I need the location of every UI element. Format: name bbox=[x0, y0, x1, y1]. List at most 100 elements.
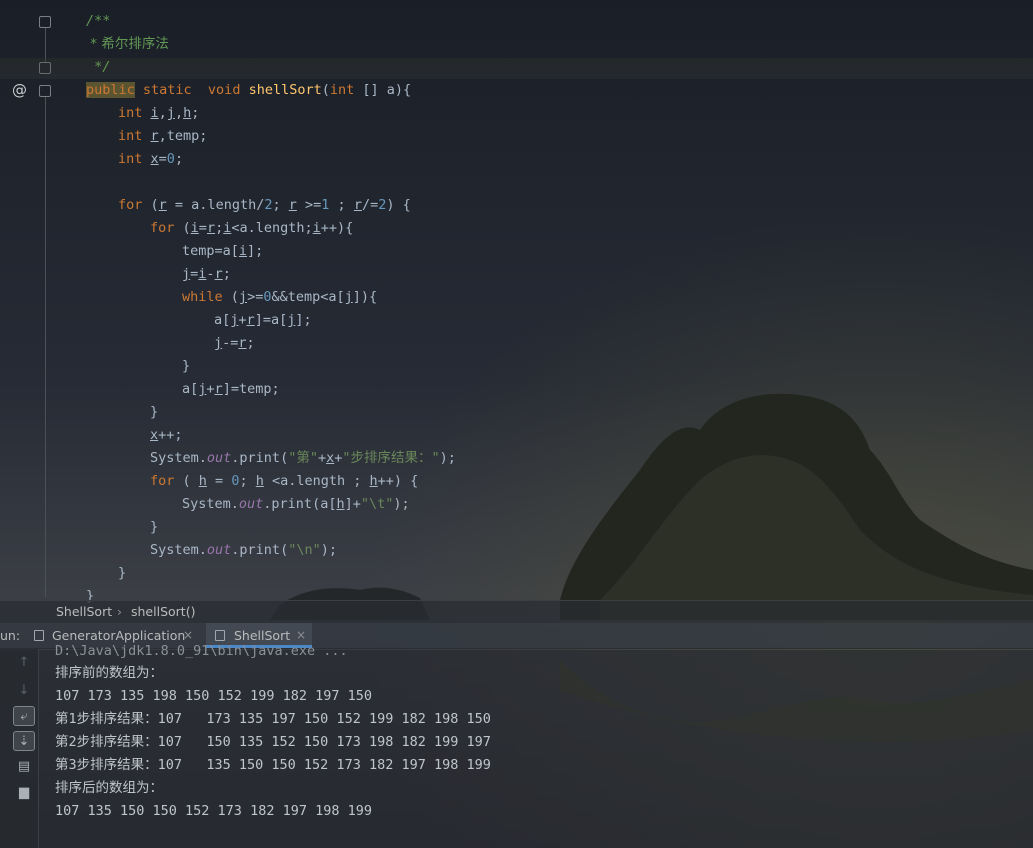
arrow-up-icon[interactable]: ↑ bbox=[13, 653, 35, 673]
code-token: &&temp<a[ bbox=[271, 289, 345, 305]
code-token: >= bbox=[296, 197, 322, 213]
code-token: - bbox=[206, 266, 215, 282]
code-token: .print(a[ bbox=[263, 496, 337, 512]
code-token: j bbox=[344, 289, 353, 305]
code-token: = bbox=[198, 220, 207, 236]
code-line: j=i-r; bbox=[182, 263, 231, 286]
code-token: * 希尔排序法 bbox=[86, 36, 169, 52]
code-token: ( bbox=[230, 289, 239, 305]
soft-wrap-icon[interactable]: ⤶ bbox=[13, 706, 35, 726]
console-toolbar: ↑ ↓ ⤶ ⇣ ▤ ▆ bbox=[0, 649, 39, 848]
code-token: i bbox=[150, 105, 159, 121]
code-token: ]=temp; bbox=[222, 381, 280, 397]
code-token: r bbox=[288, 197, 297, 213]
code-token: ; bbox=[246, 335, 255, 351]
code-token: ++){ bbox=[320, 220, 354, 236]
code-token: , bbox=[158, 105, 167, 121]
code-line: System.out.print("\n"); bbox=[150, 539, 337, 562]
scroll-to-end-icon[interactable]: ⇣ bbox=[13, 731, 35, 751]
code-token: = bbox=[158, 151, 167, 167]
code-token: "\t" bbox=[360, 496, 394, 512]
console-output[interactable]: D:\Java\jdk1.8.0_91\bin\java.exe ... 排序前… bbox=[39, 643, 1033, 848]
breadcrumb-class[interactable]: ShellSort bbox=[56, 604, 112, 619]
code-token: r bbox=[158, 197, 167, 213]
code-line: * 希尔排序法 bbox=[86, 33, 169, 56]
code-token: ]=a[ bbox=[254, 312, 288, 328]
code-line: */ bbox=[86, 56, 110, 79]
code-token: + bbox=[317, 450, 327, 466]
code-token: , bbox=[174, 105, 184, 121]
code-token: >= bbox=[247, 289, 264, 305]
code-line: int x=0; bbox=[118, 148, 183, 171]
console-line: 107 135 150 150 152 173 182 197 198 199 bbox=[55, 803, 372, 819]
code-line: while (j>=0&&temp<a[j]){ bbox=[182, 286, 377, 309]
console-line: 排序前的数组为： bbox=[55, 665, 163, 681]
console-line: 107 173 135 198 150 152 199 182 197 150 bbox=[55, 688, 372, 704]
code-token: ( bbox=[150, 197, 159, 213]
code-line: for (r = a.length/2; r >=1 ; r/=2) { bbox=[118, 194, 411, 217]
code-token: h bbox=[255, 473, 264, 489]
code-editor[interactable]: /** * 希尔排序法 */ public static void shellSo… bbox=[0, 0, 1033, 604]
code-token: ; bbox=[329, 197, 354, 213]
run-panel-label: un: bbox=[0, 628, 21, 643]
code-token: static void bbox=[134, 82, 249, 98]
breadcrumb-method[interactable]: shellSort() bbox=[131, 604, 195, 619]
code-token: ,temp; bbox=[158, 128, 208, 144]
code-token: public bbox=[86, 82, 135, 98]
run-config-icon bbox=[34, 630, 44, 641]
code-token: int bbox=[329, 82, 355, 98]
code-token: ; bbox=[272, 197, 289, 213]
code-token: i bbox=[190, 220, 199, 236]
code-token: .print( bbox=[231, 450, 289, 466]
code-token: j bbox=[166, 105, 175, 121]
code-token: /= bbox=[361, 197, 379, 213]
code-token: ]; bbox=[295, 312, 312, 328]
code-token: -= bbox=[222, 335, 239, 351]
code-token: a[ bbox=[182, 381, 199, 397]
code-line: a[j+r]=temp; bbox=[182, 378, 280, 401]
code-line: System.out.print("第"+x+"步排序结果："); bbox=[150, 447, 456, 470]
code-line: for (i=r;i<a.length;i++){ bbox=[150, 217, 353, 240]
print-icon[interactable]: ▤ bbox=[13, 757, 35, 777]
arrow-down-icon[interactable]: ↓ bbox=[13, 681, 35, 701]
code-token: ; bbox=[174, 151, 184, 167]
code-line: } bbox=[118, 562, 126, 585]
code-token: r bbox=[214, 266, 223, 282]
code-line: a[j+r]=a[j]; bbox=[214, 309, 312, 332]
code-token: ; bbox=[191, 105, 200, 121]
code-token: ]){ bbox=[352, 289, 378, 305]
code-token: ( bbox=[182, 473, 199, 489]
code-token: x bbox=[150, 427, 159, 443]
code-token: ( bbox=[182, 220, 191, 236]
code-token: ; bbox=[222, 266, 231, 282]
code-token: h bbox=[369, 473, 378, 489]
code-token: shellSort bbox=[248, 82, 322, 98]
code-token: h bbox=[183, 105, 192, 121]
code-token: ); bbox=[393, 496, 410, 512]
code-line: public static void shellSort(int [] a){ bbox=[86, 79, 411, 102]
code-line: } bbox=[182, 355, 190, 378]
code-line: for ( h = 0; h <a.length ; h++) { bbox=[150, 470, 418, 493]
code-token: int bbox=[118, 105, 151, 121]
trash-icon[interactable]: ▆ bbox=[13, 783, 35, 803]
code-token: <a.length; bbox=[231, 220, 313, 236]
code-token: int bbox=[118, 151, 151, 167]
code-line: x++; bbox=[150, 424, 183, 447]
code-token: ; bbox=[215, 220, 224, 236]
console-line: 第1步排序结果：107 173 135 197 150 152 199 182 … bbox=[55, 711, 491, 727]
code-token: ( bbox=[321, 82, 330, 98]
code-token: for bbox=[150, 473, 183, 489]
code-line: } bbox=[150, 516, 158, 539]
code-token: */ bbox=[86, 59, 111, 75]
code-token: h bbox=[336, 496, 345, 512]
code-token: r bbox=[353, 197, 362, 213]
code-token: int bbox=[118, 128, 151, 144]
code-token: } bbox=[118, 565, 127, 581]
code-token: r bbox=[214, 381, 223, 397]
code-token: x bbox=[150, 151, 159, 167]
code-token: i bbox=[238, 243, 248, 259]
code-line: System.out.print(a[h]+"\t"); bbox=[182, 493, 410, 516]
code-token: "步排序结果：" bbox=[342, 450, 440, 466]
code-line: j-=r; bbox=[214, 332, 255, 355]
console-command-line: D:\Java\jdk1.8.0_91\bin\java.exe ... bbox=[55, 643, 348, 659]
